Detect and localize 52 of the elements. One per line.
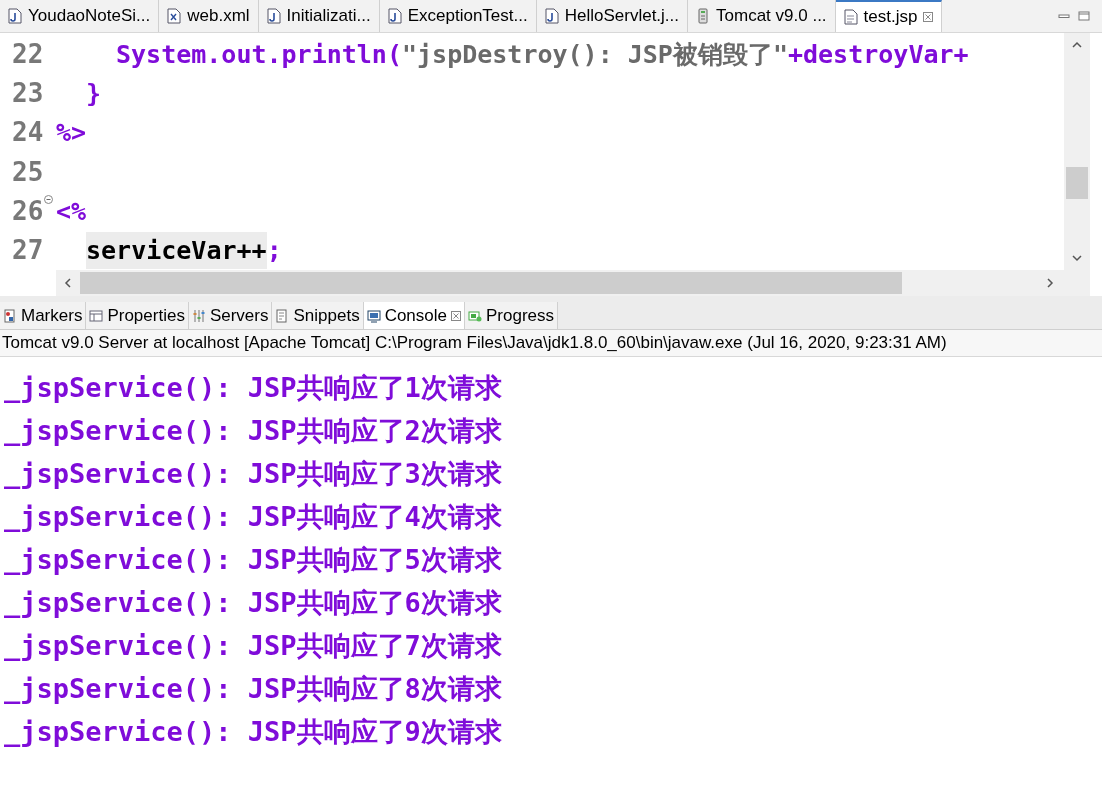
console-line: _jspService(): JSP共响应了2次请求 xyxy=(4,414,502,449)
properties-icon xyxy=(89,308,104,323)
line-number: 25 xyxy=(12,155,44,189)
java-file-icon xyxy=(266,8,281,24)
scroll-left-icon[interactable] xyxy=(62,277,74,289)
java-file-icon xyxy=(544,8,559,24)
line-number: 23 xyxy=(12,77,44,111)
console-line: _jspService(): JSP共响应了7次请求 xyxy=(4,629,502,664)
console-line: _jspService(): JSP共响应了3次请求 xyxy=(4,457,502,492)
console-line: _jspService(): JSP共响应了1次请求 xyxy=(4,371,502,406)
line-number: 26 xyxy=(12,194,44,228)
scroll-down-icon[interactable] xyxy=(1071,252,1083,264)
progress-icon xyxy=(468,308,482,323)
servers-icon xyxy=(191,308,206,323)
close-icon[interactable] xyxy=(923,12,934,22)
line-number: 22 xyxy=(12,38,44,72)
server-icon xyxy=(696,8,711,24)
fold-icon[interactable] xyxy=(44,194,53,204)
jsp-file-icon xyxy=(843,9,858,25)
highlighted-variable: serviceVar++ xyxy=(86,231,267,270)
code-token: } xyxy=(86,78,102,110)
vertical-scrollbar[interactable] xyxy=(1064,33,1090,296)
horizontal-scrollbar[interactable] xyxy=(56,270,1064,296)
console-line: _jspService(): JSP共响应了4次请求 xyxy=(4,500,502,535)
code-token: +destroyVar+ xyxy=(787,38,969,71)
scrollbar-thumb[interactable] xyxy=(1066,167,1088,199)
code-token: ; xyxy=(266,234,282,267)
code-token: System.out.println( xyxy=(116,38,402,71)
view-tab[interactable]: Console xyxy=(363,302,465,329)
xml-file-icon xyxy=(167,8,182,24)
console-line: _jspService(): JSP共响应了5次请求 xyxy=(4,543,502,578)
code-token: %> xyxy=(56,117,87,150)
console-header: Tomcat v9.0 Server at localhost [Apache Tomcat] C:\Program Files\Java\jdk1.8.0_60\bin\javaw.exe (Jul 16, 2020, 9:23:31 AM) xyxy=(0,330,1102,357)
scrollbar-thumb[interactable] xyxy=(80,272,902,294)
console-line: _jspService(): JSP共响应了9次请求 xyxy=(4,715,502,750)
console-line: _jspService(): JSP共响应了8次请求 xyxy=(4,672,502,707)
maximize-icon[interactable] xyxy=(1078,11,1090,21)
line-number: 24 xyxy=(12,116,44,150)
java-file-icon xyxy=(8,8,22,24)
java-file-icon xyxy=(387,8,402,24)
line-number: 27 xyxy=(12,233,44,267)
close-icon[interactable] xyxy=(451,310,461,321)
markers-icon xyxy=(3,308,17,323)
string-literal: "jspDestroy(): JSP被销毁了" xyxy=(402,38,788,71)
view-tab[interactable]: Properties xyxy=(86,302,189,329)
scroll-right-icon[interactable] xyxy=(1044,277,1056,289)
snippets-icon xyxy=(275,308,290,323)
view-tab[interactable]: Progress xyxy=(465,302,559,329)
editor-tab[interactable]: test.jsp xyxy=(835,0,943,32)
console-line: _jspService(): JSP共响应了6次请求 xyxy=(4,586,502,621)
code-token: <% xyxy=(56,195,87,228)
console-icon xyxy=(366,308,381,323)
